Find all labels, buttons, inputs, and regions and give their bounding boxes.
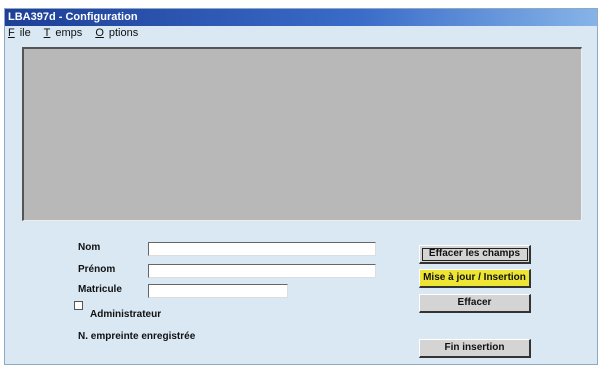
nom-field[interactable] — [148, 242, 376, 256]
prenom-field[interactable] — [148, 264, 376, 278]
matricule-field[interactable] — [148, 284, 288, 298]
prenom-label: Prénom — [78, 264, 116, 275]
title-bar: LBA397d - Configuration — [5, 9, 597, 26]
empreinte-label: N. empreinte enregistrée — [78, 331, 196, 342]
nom-label: Nom — [78, 242, 101, 253]
administrateur-checkbox[interactable] — [74, 301, 83, 310]
menu-file[interactable]: File — [8, 27, 36, 39]
effacer-button[interactable]: Effacer — [419, 294, 531, 313]
menu-options[interactable]: Options — [95, 27, 143, 39]
menu-bar: File Temps Options — [5, 26, 597, 40]
mise-a-jour-button[interactable]: Mise à jour / Insertion — [419, 269, 531, 288]
window-title: LBA397d - Configuration — [8, 11, 138, 23]
fin-insertion-button[interactable]: Fin insertion — [419, 339, 531, 358]
effacer-champs-button[interactable]: Effacer les champs — [419, 245, 531, 264]
fingerprint-display-panel — [22, 47, 582, 221]
matricule-label: Matricule — [78, 284, 122, 295]
menu-temps[interactable]: Temps — [44, 27, 88, 39]
administrateur-label: Administrateur — [90, 309, 162, 320]
